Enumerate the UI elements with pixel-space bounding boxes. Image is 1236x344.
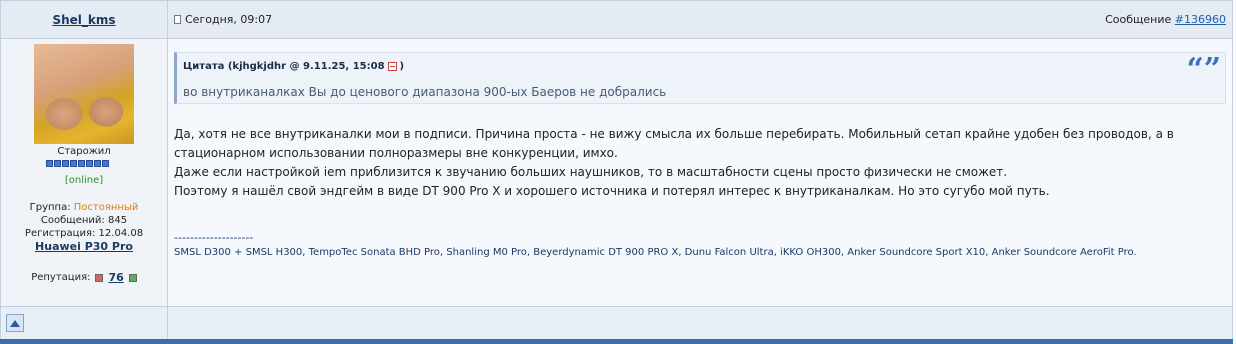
registration-value: 12.04.08 [98,228,144,239]
post-number-label: Сообщение [1105,13,1172,26]
document-icon [174,15,181,24]
post-date-text: Сегодня, 09:07 [185,13,273,26]
rank-pip [86,160,93,167]
reputation-plus-icon[interactable] [128,273,137,282]
rank-pip [54,160,61,167]
post-content: Цитата (kjhgkjdhr @ 9.11.25, 15:08 ) “” … [168,39,1232,306]
quote-text: во внутриканалках Вы до ценового диапазо… [183,85,667,99]
registration-label: Регистрация: [24,228,96,239]
online-status: [online] [64,175,104,186]
quote-header: Цитата (kjhgkjdhr @ 9.11.25, 15:08 ) [183,61,404,72]
post-body: Да, хотя не все внутриканалки мои в подп… [174,125,1224,201]
post-footer-left [1,306,168,340]
post-header: Сегодня, 09:07 Сообщение #136960 [168,1,1232,39]
arrow-up-icon [10,319,20,327]
reputation-label: Репутация: [31,272,91,283]
user-device-link[interactable]: Huawei P30 Pro [35,240,133,253]
quote-header-text: Цитата (kjhgkjdhr @ 9.11.25, 15:08 [183,61,385,72]
user-registration: Регистрация: 12.04.08 [1,227,167,240]
post-footer-right [168,306,1232,340]
rank-pip [70,160,77,167]
post-body-line: Да, хотя не все внутриканалки мои в подп… [174,127,1174,141]
reputation: Репутация: 76 [1,271,167,284]
rank-pip [94,160,101,167]
post-author-header: Shel_kms [1,1,168,39]
post-body-line: стационарном использовании полноразмеры … [174,146,618,160]
user-group: Группа: Постоянный [1,201,167,214]
user-rank: Старожил [57,146,111,157]
signature-separator: -------------------- [174,231,254,244]
rank-pip [62,160,69,167]
rank-pip [46,160,53,167]
quote-header-close: ) [399,61,405,72]
user-info-column: Старожил [online] Группа: Постоянный Соо… [1,39,168,306]
avatar [34,44,134,144]
post-date: Сегодня, 09:07 [174,13,272,26]
scroll-top-button[interactable] [6,314,24,332]
rank-pips [46,160,109,167]
user-messages: Сообщений: 845 [1,214,167,227]
quote-link-icon[interactable] [387,62,397,71]
post-body-line: Даже если настройкой iem приблизится к з… [174,165,1008,179]
signature-text: SMSL D300 + SMSL H300, TempoTec Sonata B… [174,247,1137,258]
group-value: Постоянный [73,202,139,213]
messages-value: 845 [107,215,128,226]
post-number-link[interactable]: #136960 [1175,13,1226,26]
user-stats: Группа: Постоянный Сообщений: 845 Регист… [1,201,167,254]
group-label: Группа: [29,202,71,213]
post-body-line: Поэтому я нашёл свой эндгейм в виде DT 9… [174,184,1050,198]
page-bottom-bar [0,339,1233,344]
forum-post: Shel_kms Сегодня, 09:07 Сообщение #13696… [0,0,1233,344]
messages-label: Сообщений: [40,215,105,226]
reputation-minus-icon[interactable] [95,273,104,282]
reputation-value-link[interactable]: 76 [108,271,123,284]
post-number: Сообщение #136960 [1105,13,1226,26]
rank-pip [78,160,85,167]
quote-marks-icon: “” [1186,52,1221,87]
author-username-link[interactable]: Shel_kms [52,13,115,27]
rank-pip [102,160,109,167]
quote-block: Цитата (kjhgkjdhr @ 9.11.25, 15:08 ) “” … [174,52,1226,104]
